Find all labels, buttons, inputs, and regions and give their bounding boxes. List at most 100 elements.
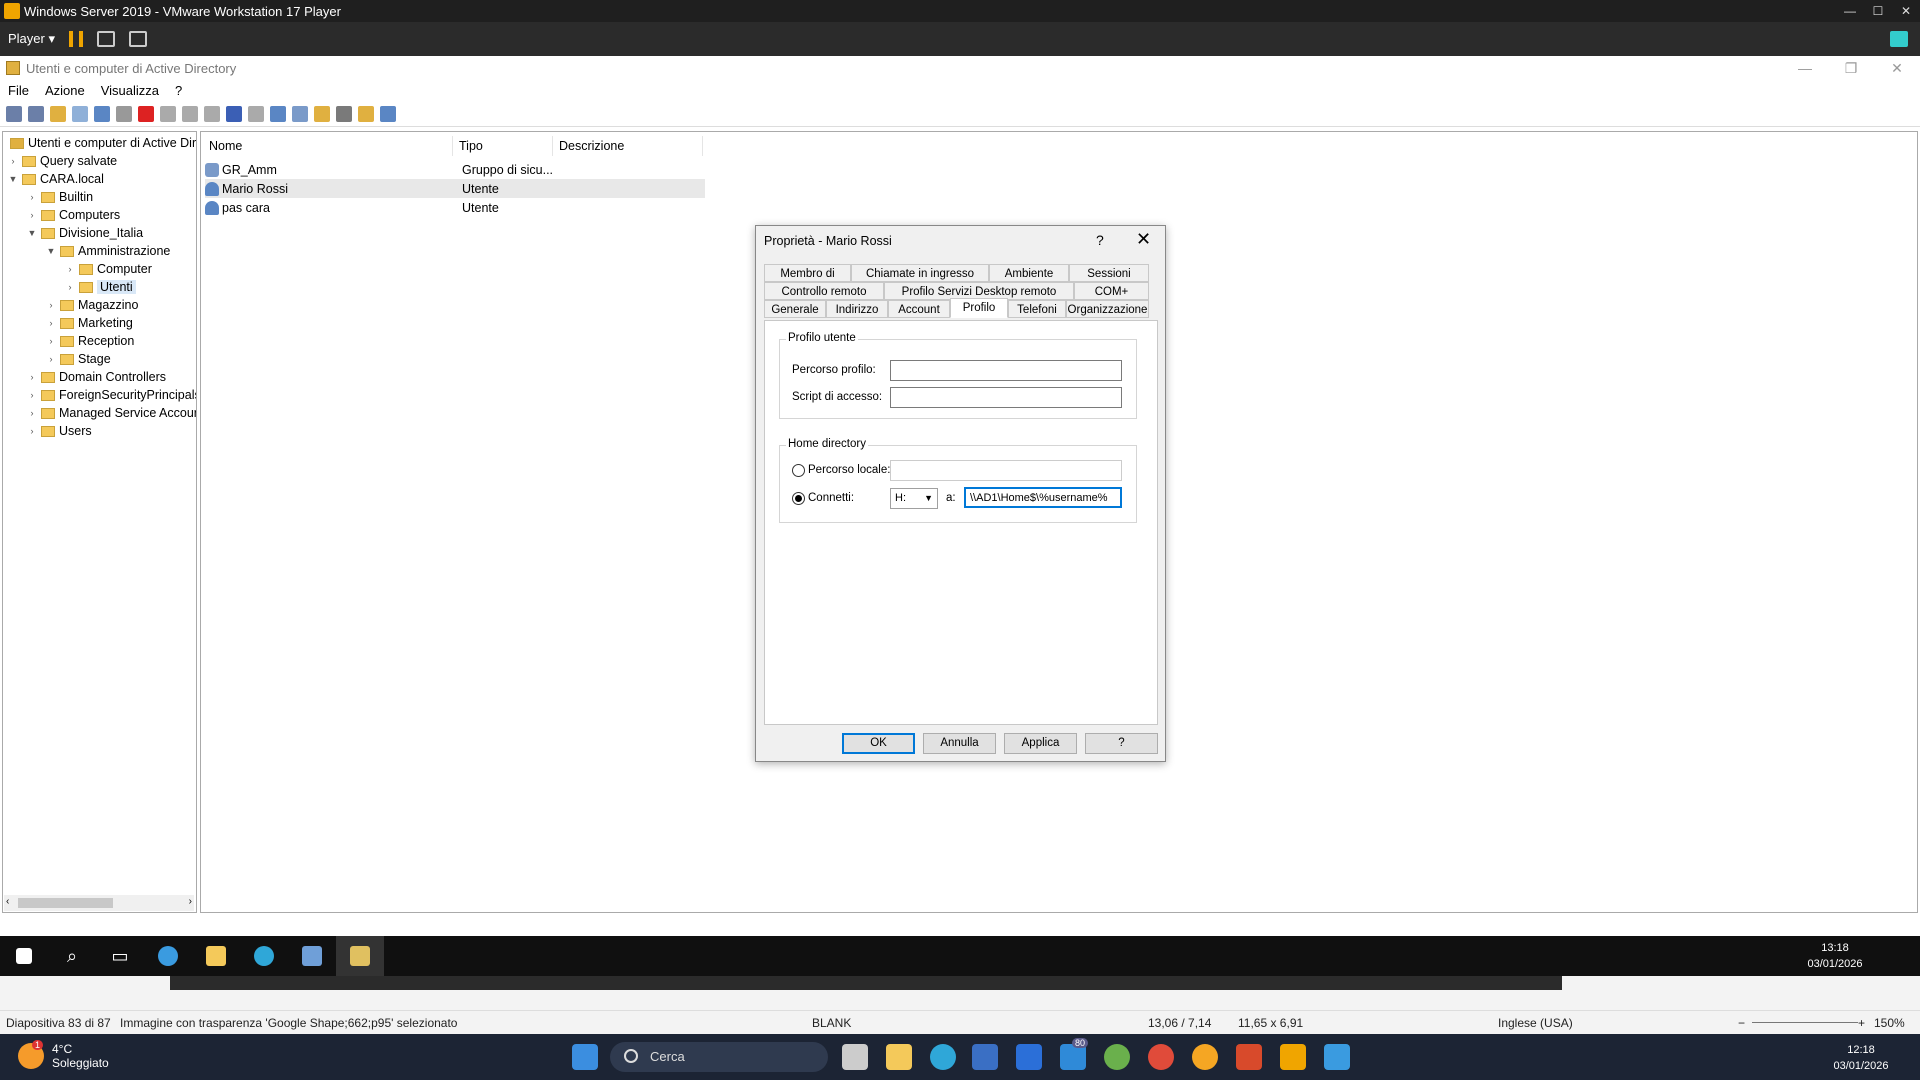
list-item[interactable]: GR_Amm Gruppo di sicu... xyxy=(205,160,705,179)
pause-icon[interactable] xyxy=(69,31,83,47)
chevron-down-icon[interactable]: ▼ xyxy=(26,228,38,238)
cut-icon[interactable] xyxy=(94,105,110,122)
firefox-icon-host[interactable] xyxy=(1192,1044,1218,1070)
tab-com-plus[interactable]: COM+ xyxy=(1074,282,1149,300)
chevron-down-icon[interactable]: ▼ xyxy=(45,246,57,256)
new-user-icon[interactable] xyxy=(270,105,286,122)
column-header-descrizione[interactable]: Descrizione xyxy=(553,136,703,156)
scroll-right-icon[interactable]: › xyxy=(189,896,192,907)
language-status[interactable]: Inglese (USA) xyxy=(1498,1016,1573,1030)
ad-users-taskbar-icon[interactable] xyxy=(336,936,384,976)
dialog-help-bottom-button[interactable]: ? xyxy=(1085,733,1158,754)
tree-item[interactable]: › Managed Service Accour xyxy=(26,404,197,422)
ok-button[interactable]: OK xyxy=(842,733,915,754)
chevron-right-icon[interactable]: › xyxy=(64,282,76,292)
help-icon[interactable] xyxy=(226,105,242,122)
tab-account[interactable]: Account xyxy=(888,300,950,318)
chevron-right-icon[interactable]: › xyxy=(26,372,38,382)
tree-item[interactable]: ▼ CARA.local xyxy=(7,170,104,188)
refresh-icon[interactable] xyxy=(182,105,198,122)
paint-icon-host[interactable] xyxy=(1324,1044,1350,1070)
tab-ambiente[interactable]: Ambiente xyxy=(989,264,1069,282)
cancel-button[interactable]: Annulla xyxy=(923,733,996,754)
tree-item[interactable]: › Users xyxy=(26,422,92,440)
dialog-help-button[interactable]: ? xyxy=(1096,232,1104,248)
menu-help[interactable]: ? xyxy=(175,83,182,98)
chrome-dev-icon-host[interactable] xyxy=(1104,1044,1130,1070)
tree-item[interactable]: › Computer xyxy=(64,260,152,278)
delete-icon[interactable] xyxy=(138,105,154,122)
console-icon[interactable] xyxy=(248,105,264,122)
zoom-minus-button[interactable]: − xyxy=(1738,1016,1745,1030)
dialog-close-button[interactable]: ✕ xyxy=(1136,229,1151,250)
tree-item[interactable]: › ForeignSecurityPrincipals xyxy=(26,386,197,404)
weather-widget[interactable]: 1 4°C Soleggiato xyxy=(18,1040,109,1070)
task-view-icon-host[interactable] xyxy=(842,1044,868,1070)
chevron-right-icon[interactable]: › xyxy=(64,264,76,274)
scroll-thumb[interactable] xyxy=(18,898,113,908)
minimize-button[interactable]: — xyxy=(1836,4,1864,18)
tree-item[interactable]: › Domain Controllers xyxy=(26,368,166,386)
tree-root[interactable]: Utenti e computer di Active Dire xyxy=(7,134,196,152)
fullscreen-icon[interactable] xyxy=(129,31,147,47)
task-view-icon[interactable]: ▭ xyxy=(96,936,144,976)
tab-generale[interactable]: Generale xyxy=(764,300,826,318)
edge-icon[interactable] xyxy=(240,936,288,976)
tree-item[interactable]: › Builtin xyxy=(26,188,94,206)
powerpoint-icon-host[interactable] xyxy=(1236,1044,1262,1070)
scroll-left-icon[interactable]: ‹ xyxy=(6,896,9,907)
file-explorer-icon-host[interactable] xyxy=(886,1044,912,1070)
chevron-right-icon[interactable]: › xyxy=(45,318,57,328)
chevron-right-icon[interactable]: › xyxy=(7,156,19,166)
tree-item[interactable]: ▼ Amministrazione xyxy=(45,242,171,260)
tab-indirizzo[interactable]: Indirizzo xyxy=(826,300,888,318)
ad-close-button[interactable]: ✕ xyxy=(1874,60,1920,77)
search-icon[interactable]: ⌕ xyxy=(48,936,96,976)
column-header-tipo[interactable]: Tipo xyxy=(453,136,553,156)
chrome-icon-host[interactable] xyxy=(1148,1044,1174,1070)
tree-horizontal-scrollbar[interactable]: ‹ › xyxy=(4,895,194,911)
menu-visualizza[interactable]: Visualizza xyxy=(101,83,159,98)
zoom-slider[interactable] xyxy=(1752,1022,1858,1023)
chevron-right-icon[interactable]: › xyxy=(45,354,57,364)
profile-path-input[interactable] xyxy=(890,360,1122,381)
tree-item[interactable]: › Utenti xyxy=(64,278,136,296)
tree-item[interactable]: › Reception xyxy=(45,332,135,350)
tree-item[interactable]: › Marketing xyxy=(45,314,133,332)
store-icon-host[interactable] xyxy=(972,1044,998,1070)
visual-studio-icon-host[interactable] xyxy=(1016,1044,1042,1070)
tab-membro-di[interactable]: Membro di xyxy=(764,264,851,282)
chevron-right-icon[interactable]: › xyxy=(45,300,57,310)
logon-script-input[interactable] xyxy=(890,387,1122,408)
connect-radio[interactable] xyxy=(792,492,805,505)
add-to-group-icon[interactable] xyxy=(380,105,396,122)
tree-item[interactable]: ▼ Divisione_Italia xyxy=(26,224,144,242)
up-folder-icon[interactable] xyxy=(50,105,66,122)
tree-item[interactable]: › Computers xyxy=(26,206,121,224)
tree-item[interactable]: › Query salvate xyxy=(7,152,118,170)
tab-chiamate-in-ingresso[interactable]: Chiamate in ingresso xyxy=(851,264,989,282)
forward-icon[interactable] xyxy=(28,105,44,122)
filter-icon[interactable] xyxy=(336,105,352,122)
list-item[interactable]: Mario Rossi Utente xyxy=(205,179,705,198)
ad-minimize-button[interactable]: — xyxy=(1782,60,1828,77)
tree-item[interactable]: › Magazzino xyxy=(45,296,139,314)
properties-icon[interactable] xyxy=(160,105,176,122)
zoom-level[interactable]: 150% xyxy=(1874,1016,1905,1030)
chevron-right-icon[interactable]: › xyxy=(26,408,38,418)
send-ctrl-alt-del-icon[interactable] xyxy=(97,31,115,47)
edge-icon-host[interactable] xyxy=(930,1044,956,1070)
player-menu-button[interactable]: Player ▾ xyxy=(8,31,55,47)
host-search-box[interactable]: Cerca xyxy=(610,1042,828,1072)
find-icon[interactable] xyxy=(358,105,374,122)
apply-button[interactable]: Applica xyxy=(1004,733,1077,754)
chevron-right-icon[interactable]: › xyxy=(26,390,38,400)
list-item[interactable]: pas cara Utente xyxy=(205,198,705,217)
chevron-right-icon[interactable]: › xyxy=(26,192,38,202)
tree-item[interactable]: › Stage xyxy=(45,350,111,368)
ad-restore-button[interactable]: ❐ xyxy=(1828,60,1874,77)
copy-icon[interactable] xyxy=(116,105,132,122)
maximize-button[interactable]: ☐ xyxy=(1864,4,1892,18)
chevron-right-icon[interactable]: › xyxy=(26,210,38,220)
drive-letter-select[interactable]: H: ▼ xyxy=(890,488,938,509)
